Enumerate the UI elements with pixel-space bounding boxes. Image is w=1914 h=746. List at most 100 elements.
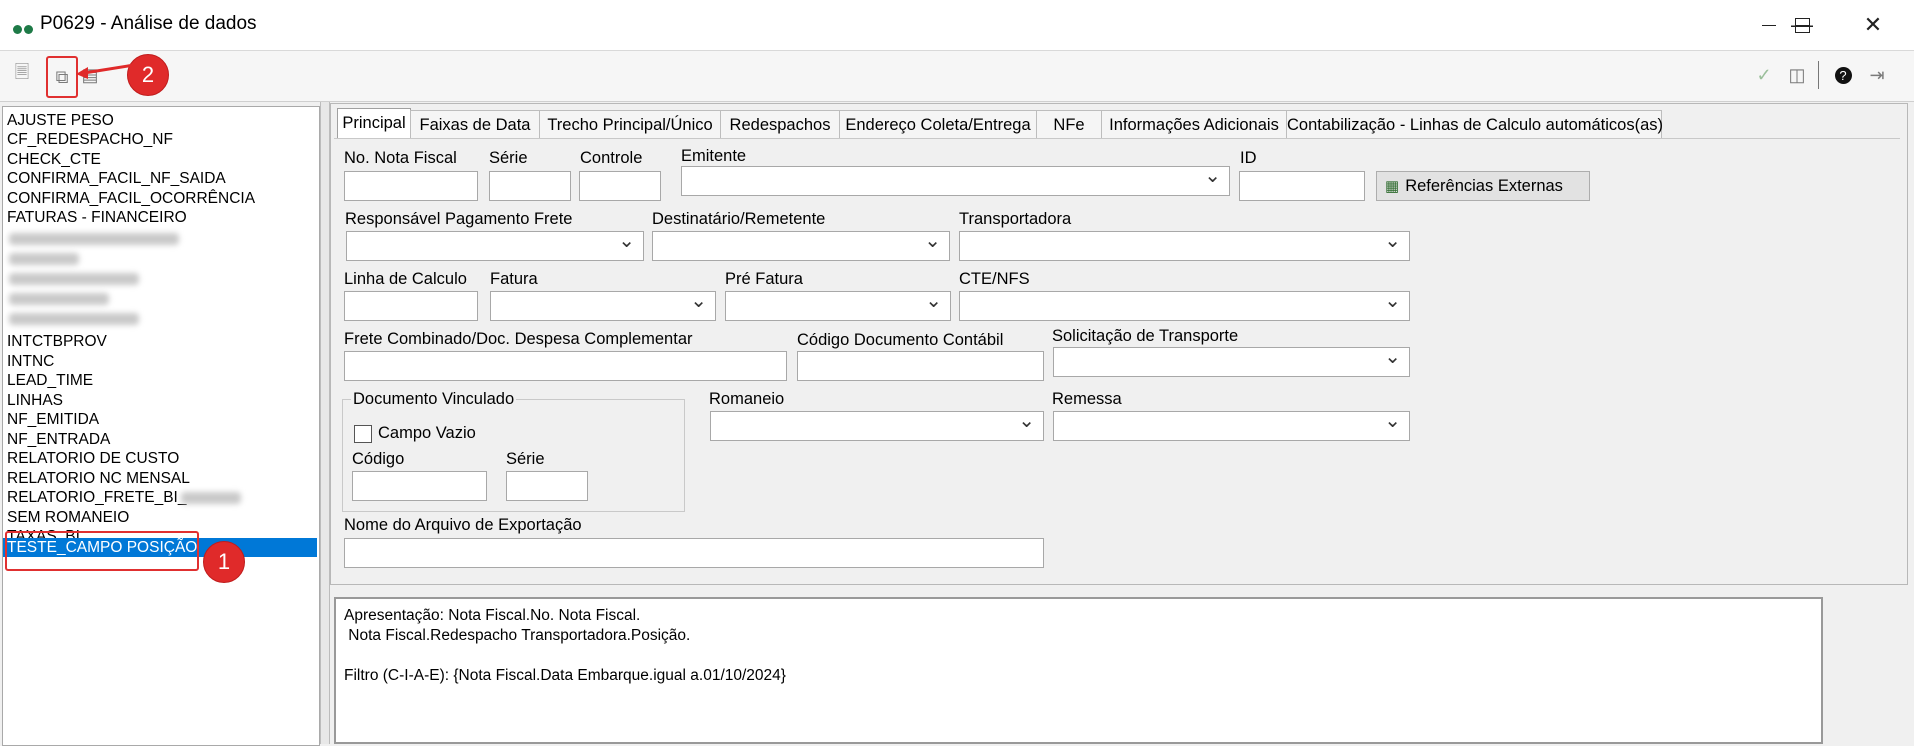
label-codigo: Código xyxy=(352,450,405,468)
summary-line: Filtro (C-I-A-E): {Nota Fiscal.Data Emba… xyxy=(344,667,786,684)
campo-vazio-checkbox[interactable] xyxy=(354,425,372,443)
help-icon[interactable]: ? xyxy=(1831,63,1855,87)
export-icon[interactable]: ◫ xyxy=(1785,63,1809,87)
label-emitente: Emitente xyxy=(681,147,747,165)
redacted-item xyxy=(9,313,139,325)
list-item[interactable]: CONFIRMA_FACIL_OCORRÊNCIA xyxy=(7,189,255,208)
label-id: ID xyxy=(1240,149,1257,167)
list-item[interactable]: FATURAS - FINANCEIRO xyxy=(7,208,187,227)
label-resp-pagamento: Responsável Pagamento Frete xyxy=(345,210,573,228)
emitente-select[interactable] xyxy=(681,163,1230,196)
window-title: P0629 - Análise de dados xyxy=(40,13,257,34)
redacted-item xyxy=(181,492,241,504)
label-linha-calculo: Linha de Calculo xyxy=(344,270,467,288)
check-icon[interactable]: ✓ xyxy=(1752,63,1776,87)
list-item[interactable]: RELATORIO DE CUSTO xyxy=(7,449,179,468)
transportadora-select[interactable] xyxy=(959,228,1410,261)
list-item[interactable]: INTNC xyxy=(7,352,54,371)
destinatario-select[interactable] xyxy=(652,228,950,261)
remessa-select[interactable] xyxy=(1053,408,1410,441)
panel-splitter[interactable] xyxy=(320,102,330,744)
pre-fatura-select[interactable] xyxy=(725,288,951,321)
summary-line: Nota Fiscal.Redespacho Transportadora.Po… xyxy=(344,627,691,644)
label-remessa: Remessa xyxy=(1052,390,1122,408)
list-item[interactable]: LEAD_TIME xyxy=(7,371,93,390)
serie-input[interactable] xyxy=(489,171,571,201)
list-item[interactable]: RELATORIO_FRETE_BI_ xyxy=(7,488,186,507)
maximize-button[interactable] xyxy=(1767,0,1837,50)
annotation-box-1 xyxy=(5,531,199,571)
summary-line: Apresentação: Nota Fiscal.No. Nota Fisca… xyxy=(344,607,641,624)
tab-principal[interactable]: Principal xyxy=(337,108,411,139)
controle-input[interactable] xyxy=(579,171,661,201)
label-transportadora: Transportadora xyxy=(959,210,1072,228)
referencias-externas-button[interactable]: ▦ Referências Externas xyxy=(1376,171,1590,201)
romaneio-select[interactable] xyxy=(710,408,1044,441)
app-logo-icon xyxy=(13,19,35,39)
label-documento-vinculado: Documento Vinculado xyxy=(351,390,517,409)
title-bar: P0629 - Análise de dados — xyxy=(0,0,1914,51)
toolbar: 🗏 ⧉ ▤ 2 ✓ ◫ ? ⇥ xyxy=(0,51,1914,102)
redacted-item xyxy=(9,273,139,285)
list-item[interactable]: CONFIRMA_FACIL_NF_SAIDA xyxy=(7,169,226,188)
label-fatura: Fatura xyxy=(490,270,538,288)
nota-fiscal-input[interactable] xyxy=(344,171,478,201)
serie-vinculado-input[interactable] xyxy=(506,471,588,501)
frete-combinado-input[interactable] xyxy=(344,351,787,381)
tab-trecho-principal[interactable]: Trecho Principal/Único xyxy=(539,110,721,139)
tab-nfe[interactable]: NFe xyxy=(1036,110,1102,139)
copy-document-icon[interactable]: ⧉ xyxy=(46,56,78,98)
codigo-input[interactable] xyxy=(352,471,487,501)
label-cte-nfs: CTE/NFS xyxy=(959,270,1030,288)
label-controle: Controle xyxy=(580,149,643,167)
new-document-icon[interactable]: 🗏 xyxy=(10,62,34,87)
cte-nfs-select[interactable] xyxy=(959,288,1410,321)
list-item[interactable]: RELATORIO NC MENSAL xyxy=(7,469,190,488)
maximize-icon xyxy=(1794,17,1810,33)
list-item[interactable]: CF_REDESPACHO_NF xyxy=(7,130,173,149)
nome-arquivo-input[interactable] xyxy=(344,538,1044,568)
close-icon: ✕ xyxy=(1863,12,1883,37)
label-solicitacao: Solicitação de Transporte xyxy=(1052,327,1239,345)
tab-endereco-coleta[interactable]: Endereço Coleta/Entrega xyxy=(839,110,1037,139)
table-icon: ▦ xyxy=(1385,178,1400,195)
annotation-badge-1: 1 xyxy=(203,541,245,583)
redacted-item xyxy=(9,233,179,245)
query-list[interactable]: AJUSTE PESO CF_REDESPACHO_NF CHECK_CTE C… xyxy=(2,106,320,746)
close-button[interactable]: ✕ xyxy=(1838,0,1908,50)
linha-calculo-input[interactable] xyxy=(344,291,478,321)
list-item[interactable]: AJUSTE PESO xyxy=(7,111,114,130)
label-serie: Série xyxy=(489,149,528,167)
resp-pagamento-select[interactable] xyxy=(346,228,644,261)
query-summary: Apresentação: Nota Fiscal.No. Nota Fisca… xyxy=(334,597,1823,744)
label-serie-vinculado: Série xyxy=(506,450,545,468)
label-codigo-contabil: Código Documento Contábil xyxy=(797,331,1004,349)
annotation-arrow xyxy=(76,63,135,79)
label-campo-vazio: Campo Vazio xyxy=(378,424,476,442)
list-item[interactable]: LINHAS xyxy=(7,391,63,410)
label-nome-arquivo: Nome do Arquivo de Exportação xyxy=(344,516,582,534)
label-nota-fiscal: No. Nota Fiscal xyxy=(344,149,457,167)
redacted-item xyxy=(9,293,109,305)
list-item[interactable]: NF_ENTRADA xyxy=(7,430,110,449)
codigo-contabil-input[interactable] xyxy=(797,351,1044,381)
fatura-select[interactable] xyxy=(490,288,716,321)
label-frete-combinado: Frete Combinado/Doc. Despesa Complementa… xyxy=(344,330,693,348)
tab-redespachos[interactable]: Redespachos xyxy=(720,110,840,139)
label-romaneio: Romaneio xyxy=(709,390,785,408)
exit-icon[interactable]: ⇥ xyxy=(1865,63,1889,87)
label-pre-fatura: Pré Fatura xyxy=(725,270,803,288)
tab-contabilizacao[interactable]: Contabilização - Linhas de Calculo autom… xyxy=(1286,110,1663,139)
list-item[interactable]: CHECK_CTE xyxy=(7,150,101,169)
id-input[interactable] xyxy=(1239,171,1365,201)
tab-informacoes-adicionais[interactable]: Informações Adicionais xyxy=(1101,110,1287,139)
tab-faixas-de-data[interactable]: Faixas de Data xyxy=(410,110,540,139)
label-destinatario: Destinatário/Remetente xyxy=(652,210,826,228)
list-item[interactable]: INTCTBPROV xyxy=(7,332,107,351)
redacted-item xyxy=(9,253,79,265)
list-item[interactable]: SEM ROMANEIO xyxy=(7,508,129,527)
list-item[interactable]: NF_EMITIDA xyxy=(7,410,99,429)
solicitacao-select[interactable] xyxy=(1053,344,1410,377)
toolbar-divider xyxy=(1818,61,1819,89)
referencias-externas-label: Referências Externas xyxy=(1405,176,1563,195)
